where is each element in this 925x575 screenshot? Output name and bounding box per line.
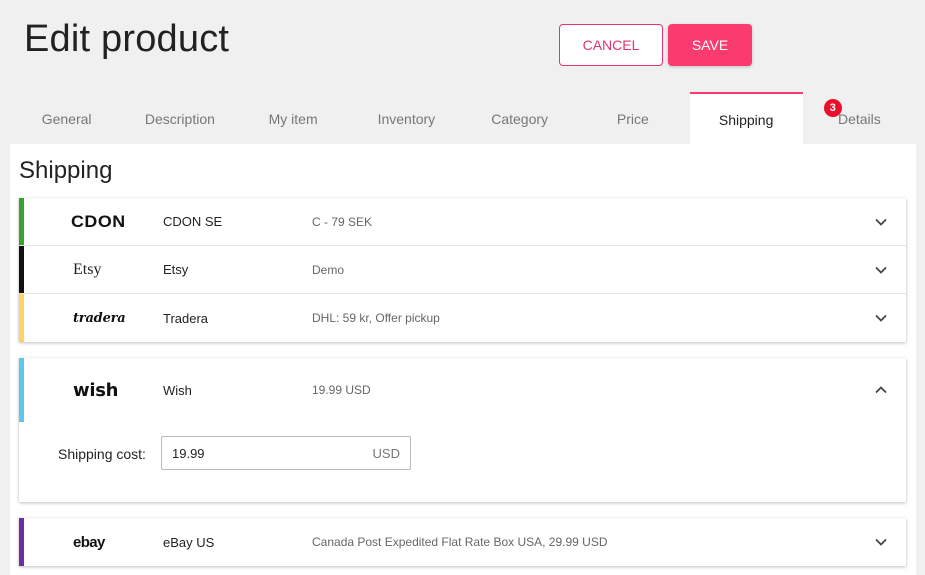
notification-badge: 3 [823,99,842,117]
channel-name: Etsy [163,262,189,277]
tradera-logo: tradera [73,310,126,326]
tab-label: My item [268,111,318,127]
shipping-cost-value[interactable]: 19.99 [172,446,373,461]
tab-inventory[interactable]: Inventory [350,92,463,144]
tab-label: Category [491,111,549,127]
chevron-down-icon[interactable] [874,535,888,549]
tab-general[interactable]: General [10,92,123,144]
tab-label: Shipping [718,112,774,128]
channel-row-tradera[interactable]: tradera Tradera DHL: 59 kr, Offer pickup [19,294,906,342]
channel-name: CDON SE [163,214,223,229]
channel-name: eBay US [163,534,215,550]
tab-shipping[interactable]: Shipping [689,92,803,144]
tab-bar: General Description My item Inventory Ca… [10,92,916,144]
tab-description[interactable]: Description [123,92,236,144]
channel-row-cdon[interactable]: CDON CDON SE C - 79 SEK [19,198,906,246]
channel-row-etsy[interactable]: Etsy Etsy Demo [19,246,906,294]
cancel-button[interactable]: CANCEL [559,24,663,66]
channel-color-bar [19,198,24,245]
channel-summary: Canada Post Expedited Flat Rate Box USA,… [312,535,608,549]
tab-label: Description [144,111,215,127]
section-title: Shipping [19,157,113,184]
ebay-logo: ebay [73,533,105,551]
channel-color-bar [19,518,24,566]
channel-color-bar [19,358,24,422]
chevron-down-icon[interactable] [874,311,888,325]
channel-row-ebay[interactable]: ebay eBay US Canada Post Expedited Flat … [19,518,906,566]
channel-color-bar [19,246,24,293]
page-title: Edit product [24,18,230,60]
channel-name: Wish [163,382,192,398]
tab-price[interactable]: Price [576,92,689,144]
channel-group-expanded: wish Wish 19.99 USD Shipping cost: 19.99… [19,358,906,502]
shipping-cost-form: Shipping cost: 19.99 USD [19,422,906,502]
tab-label: General [41,111,92,127]
chevron-up-icon[interactable] [874,383,888,397]
etsy-logo: Etsy [73,260,102,278]
channel-summary: C - 79 SEK [312,214,373,229]
channel-summary: DHL: 59 kr, Offer pickup [312,311,440,325]
channel-group: ebay eBay US Canada Post Expedited Flat … [19,518,906,566]
cdon-logo: CDON [71,211,126,231]
chevron-down-icon[interactable] [874,215,888,229]
channel-name: Tradera [163,310,209,326]
channel-row-wish[interactable]: wish Wish 19.99 USD [19,358,906,422]
tab-label: Details [837,111,881,127]
wish-logo: wish [73,379,119,401]
tab-category[interactable]: Category [463,92,576,144]
shipping-panel: Shipping CDON CDON SE C - 79 SEK Etsy Et… [10,144,916,575]
channel-summary: 19.99 USD [312,383,371,397]
tab-label: Inventory [377,111,436,127]
tab-my-item[interactable]: My item [237,92,350,144]
channel-group: CDON CDON SE C - 79 SEK Etsy Etsy Demo t… [19,198,906,342]
save-button[interactable]: SAVE [668,24,752,66]
channel-color-bar [19,294,24,342]
shipping-cost-label: Shipping cost: [58,446,146,462]
channel-summary: Demo [312,262,345,277]
tab-label: Price [616,111,649,127]
chevron-down-icon[interactable] [874,263,888,277]
tab-details[interactable]: 3 Details [803,92,916,144]
currency-unit: USD [372,445,400,461]
shipping-cost-input[interactable]: 19.99 USD [161,436,411,470]
